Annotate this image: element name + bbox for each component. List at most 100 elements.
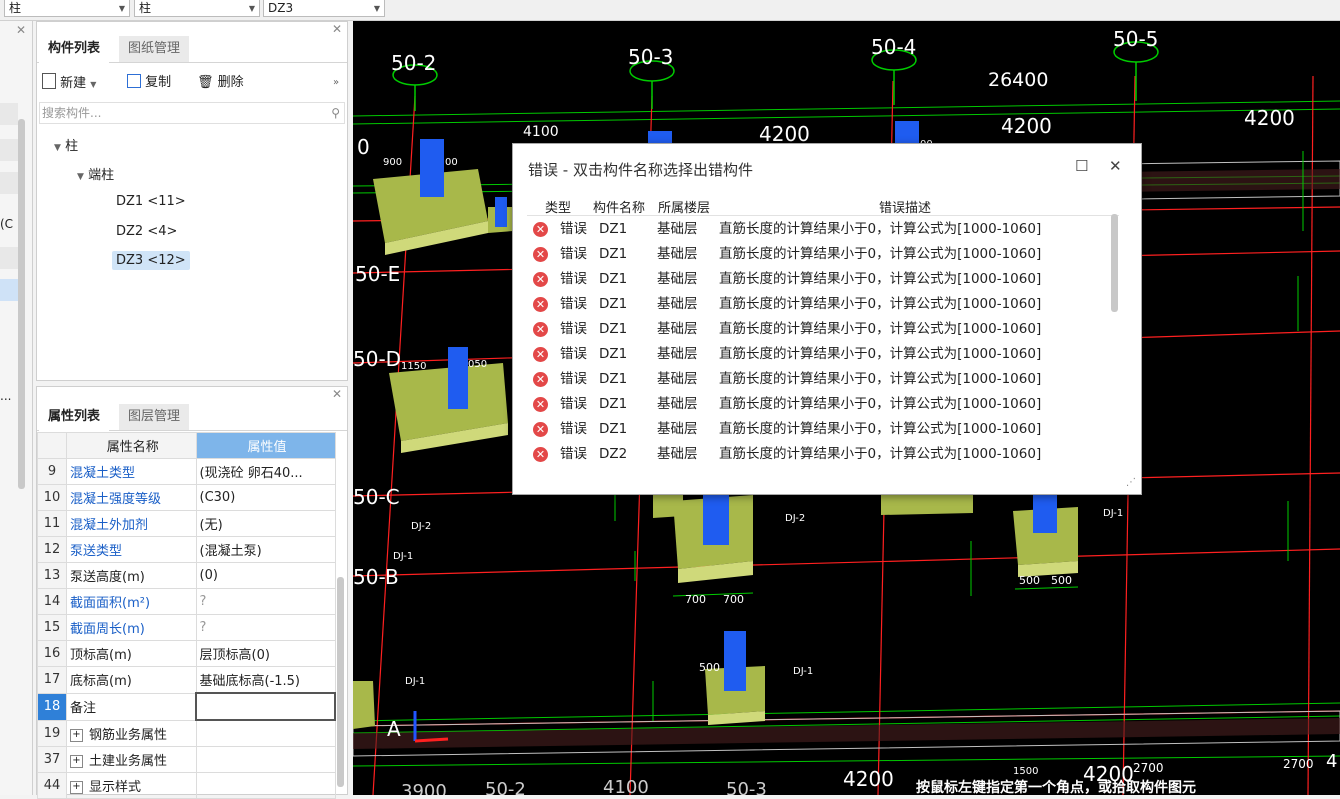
error-row[interactable]: ✕ 错误 DZ1 基础层 直筋长度的计算结果小于0，计算公式为[1000-1060] <box>533 242 1123 267</box>
tab-layer-management[interactable]: 图层管理 <box>119 404 190 430</box>
property-value[interactable]: (C30) <box>195 484 336 511</box>
property-value[interactable]: 层顶标高(0) <box>195 640 336 667</box>
tab-property-list[interactable]: 属性列表 <box>39 404 110 432</box>
error-component-name[interactable]: DZ1 <box>599 392 627 417</box>
error-description: 直筋长度的计算结果小于0，计算公式为[1000-1060] <box>719 371 1042 387</box>
new-icon <box>42 73 56 89</box>
property-row[interactable]: 16 顶标高(m) 层顶标高(0) <box>37 640 336 667</box>
new-button[interactable]: 新建 ▼ <box>42 73 96 95</box>
property-name: 截面周长(m) <box>66 614 197 641</box>
close-icon[interactable]: ✕ <box>16 23 26 37</box>
error-floor: 基础层 <box>657 246 698 262</box>
error-component-name[interactable]: DZ1 <box>599 292 627 317</box>
property-value[interactable] <box>195 692 336 721</box>
property-row[interactable]: 18 备注 <box>37 692 336 721</box>
property-name: 泵送类型 <box>66 536 197 563</box>
error-row[interactable]: ✕ 错误 DZ2 基础层 直筋长度的计算结果小于0，计算公式为[1000-1060] <box>533 442 1123 467</box>
error-row[interactable]: ✕ 错误 DZ1 基础层 直筋长度的计算结果小于0，计算公式为[1000-1060] <box>533 292 1123 317</box>
property-header-row: 属性名称 属性值 <box>37 432 336 459</box>
component-selector[interactable]: DZ3 ▼ <box>263 0 385 17</box>
error-row[interactable]: ✕ 错误 DZ1 基础层 直筋长度的计算结果小于0，计算公式为[1000-1060] <box>533 392 1123 417</box>
strip-item[interactable] <box>0 172 18 194</box>
strip-item[interactable] <box>0 139 18 161</box>
resize-grip-icon[interactable]: ⋰ <box>1126 477 1136 488</box>
property-row[interactable]: 10 混凝土强度等级 (C30) <box>37 484 336 511</box>
error-component-name[interactable]: DZ1 <box>599 242 627 267</box>
error-row[interactable]: ✕ 错误 DZ1 基础层 直筋长度的计算结果小于0，计算公式为[1000-1060] <box>533 217 1123 242</box>
property-name: 泵送高度(m) <box>66 562 197 589</box>
error-component-name[interactable]: DZ1 <box>599 317 627 342</box>
error-component-name[interactable]: DZ1 <box>599 417 627 442</box>
dimension-small: 500 <box>1019 574 1040 587</box>
chevron-down-icon: ▼ <box>373 4 380 13</box>
strip-item[interactable] <box>0 247 18 269</box>
axis-label-left: A <box>387 717 401 741</box>
property-row[interactable]: 9 混凝土类型 (现浇砼 卵石40... <box>37 458 336 485</box>
tab-drawing-management[interactable]: 图纸管理 <box>119 36 190 62</box>
maximize-icon[interactable]: ☐ <box>1075 157 1088 175</box>
property-group-row[interactable]: 19 + 钢筋业务属性 <box>37 719 336 747</box>
copy-button[interactable]: 复制 <box>127 73 171 93</box>
error-component-name[interactable]: DZ2 <box>599 442 627 467</box>
chevron-down-icon: ▼ <box>248 4 255 13</box>
property-group[interactable]: + 钢筋业务属性 <box>66 719 197 747</box>
property-value[interactable]: ? <box>195 614 336 641</box>
property-value[interactable]: ? <box>195 588 336 615</box>
search-input[interactable]: 搜索构件... ⚲ <box>39 102 345 124</box>
error-icon: ✕ <box>533 347 548 362</box>
tree-item-dz3[interactable]: DZ3 <12> <box>112 251 190 270</box>
property-row[interactable]: 13 泵送高度(m) (0) <box>37 562 336 589</box>
close-icon[interactable]: ✕ <box>332 387 342 401</box>
error-component-name[interactable]: DZ1 <box>599 367 627 392</box>
error-row[interactable]: ✕ 错误 DZ1 基础层 直筋长度的计算结果小于0，计算公式为[1000-1060] <box>533 317 1123 342</box>
property-row[interactable]: 17 底标高(m) 基础底标高(-1.5) <box>37 666 336 694</box>
strip-item[interactable] <box>0 103 18 125</box>
close-icon[interactable]: ✕ <box>1109 157 1122 175</box>
error-component-name[interactable]: DZ1 <box>599 217 627 242</box>
property-value[interactable]: (无) <box>195 510 336 537</box>
strip-item-active[interactable] <box>0 279 18 301</box>
expand-plus-icon[interactable]: + <box>70 728 83 742</box>
tree-root[interactable]: ▼ 柱 <box>54 135 78 154</box>
property-group-row[interactable]: 37 + 土建业务属性 <box>37 746 336 773</box>
error-row[interactable]: ✕ 错误 DZ1 基础层 直筋长度的计算结果小于0，计算公式为[1000-1060] <box>533 417 1123 442</box>
axis-label-left: 50-D <box>353 347 402 371</box>
error-row[interactable]: ✕ 错误 DZ1 基础层 直筋长度的计算结果小于0，计算公式为[1000-1060] <box>533 367 1123 392</box>
tree-item-dz2[interactable]: DZ2 <4> <box>116 224 177 239</box>
strip-scrollbar[interactable] <box>18 119 25 489</box>
expand-plus-icon[interactable]: + <box>70 781 83 794</box>
property-group-label: 钢筋业务属性 <box>89 727 168 743</box>
property-value[interactable]: (现浇砼 卵石40... <box>195 458 336 485</box>
property-row[interactable]: 15 截面周长(m)? <box>37 614 336 641</box>
property-scrollbar[interactable] <box>337 577 344 787</box>
subtype-selector[interactable]: 柱 ▼ <box>134 0 260 17</box>
property-name: 截面面积(m²) <box>66 588 197 615</box>
property-group-label: 显示样式 <box>89 780 142 795</box>
close-icon[interactable]: ✕ <box>332 22 342 36</box>
property-row[interactable]: 12 泵送类型 (混凝土泵) <box>37 536 336 563</box>
more-icon[interactable]: » <box>333 73 339 93</box>
property-value[interactable]: 基础底标高(-1.5) <box>195 666 336 694</box>
type-selector[interactable]: 柱 ▼ <box>4 0 130 17</box>
bottom-label: 2700 <box>1283 757 1314 771</box>
error-component-name[interactable]: DZ1 <box>599 342 627 367</box>
property-row[interactable]: 14 截面面积(m²)? <box>37 588 336 615</box>
property-row[interactable]: 11 混凝土外加剂 (无) <box>37 510 336 537</box>
tab-component-list[interactable]: 构件列表 <box>39 36 110 64</box>
expand-plus-icon[interactable]: + <box>70 755 83 768</box>
tree-item-dz1[interactable]: DZ1 <11> <box>116 194 186 209</box>
delete-button[interactable]: 🗑 删除 <box>197 73 244 93</box>
property-value[interactable]: (0) <box>195 562 336 589</box>
error-dialog: 错误 - 双击构件名称选择出错构件 ☐ ✕ 类型 构件名称 所属楼层 错误描述 … <box>512 143 1142 495</box>
tree-group[interactable]: ▼ 端柱 <box>77 164 114 183</box>
error-list-scrollbar[interactable] <box>1111 214 1118 312</box>
error-row[interactable]: ✕ 错误 DZ1 基础层 直筋长度的计算结果小于0，计算公式为[1000-1060] <box>533 267 1123 292</box>
error-row[interactable]: ✕ 错误 DZ1 基础层 直筋长度的计算结果小于0，计算公式为[1000-1060] <box>533 342 1123 367</box>
error-component-name[interactable]: DZ1 <box>599 267 627 292</box>
error-type: 错误 <box>560 396 587 412</box>
property-value <box>195 719 336 747</box>
error-description: 直筋长度的计算结果小于0，计算公式为[1000-1060] <box>719 321 1042 337</box>
property-value[interactable]: (混凝土泵) <box>195 536 336 563</box>
property-group[interactable]: + 土建业务属性 <box>66 746 197 773</box>
dimension-small: 700 <box>685 593 706 606</box>
